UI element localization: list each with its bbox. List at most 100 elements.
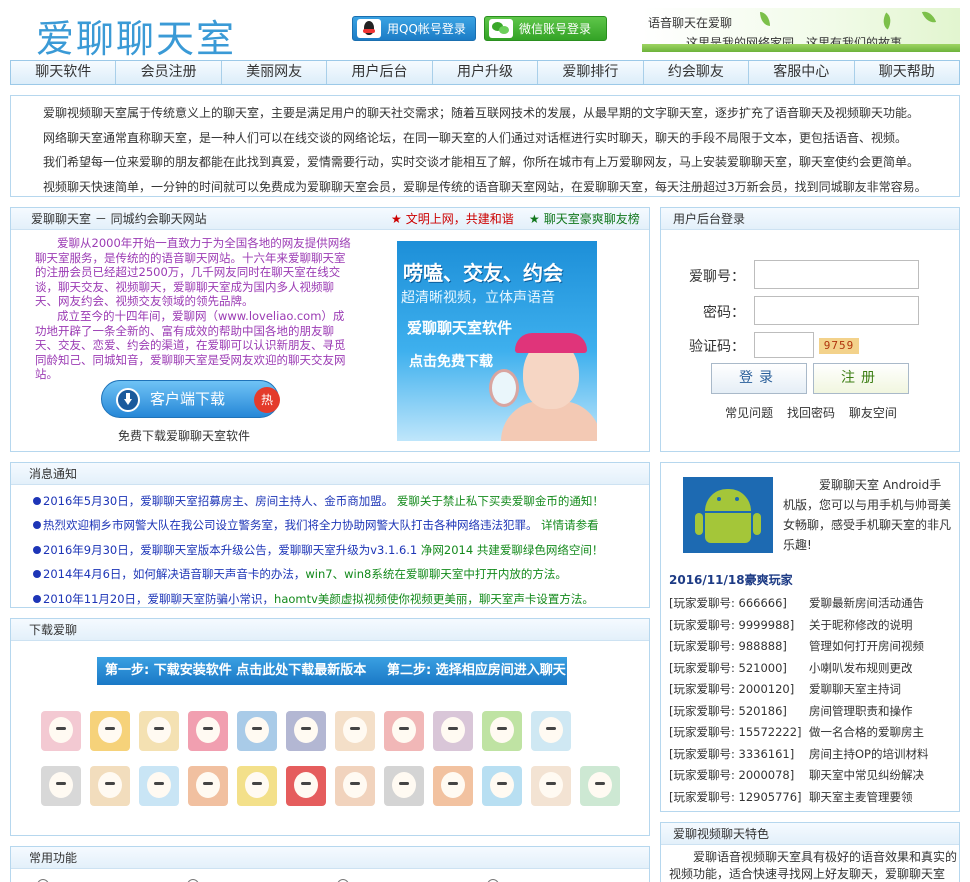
- hand-mirror-illustration: [489, 369, 519, 407]
- emoji-sticker-icon[interactable]: [531, 766, 571, 806]
- promo-cta: 点击免费下载: [409, 354, 493, 370]
- register-button[interactable]: 注册: [813, 363, 909, 394]
- nav-dating[interactable]: 约会聊友: [644, 61, 750, 84]
- android-eye: [717, 497, 721, 501]
- emoji-sticker-icon[interactable]: [384, 711, 424, 751]
- android-description: 爱聊聊天室 Android手机版，您可以与用手机与帅哥美女畅聊，感受手机聊天室的…: [783, 478, 952, 552]
- nav-help[interactable]: 聊天帮助: [855, 61, 959, 84]
- about-title: 爱聊聊天室 － 同城约会聊天网站: [31, 212, 207, 226]
- promo-software-name: 爱聊聊天室软件: [407, 319, 513, 337]
- emoji-sticker-icon[interactable]: [237, 766, 277, 806]
- notice-link[interactable]: 2016年5月30日，爱聊聊天室招募房主、房间主持人、金币商加盟。: [43, 494, 393, 508]
- login-button[interactable]: 登录: [711, 363, 807, 394]
- civilized-link[interactable]: ★ 文明上网，共建和谐: [391, 208, 514, 230]
- notice-link[interactable]: haomtv美颜虚拟视频使你视频更美丽，聊天室声卡设置方法。: [274, 592, 594, 606]
- nav-register[interactable]: 会员注册: [116, 61, 222, 84]
- faq-link[interactable]: 常见问题: [725, 406, 773, 420]
- friend-space-link[interactable]: 聊友空间: [849, 406, 897, 420]
- emoji-sticker-icon[interactable]: [286, 711, 326, 751]
- emoji-sticker-icon[interactable]: [335, 711, 375, 751]
- captcha-image[interactable]: 9759: [819, 338, 859, 354]
- notice-item: 2016年5月30日，爱聊聊天室招募房主、房间主持人、金币商加盟。 爱聊关于禁止…: [33, 489, 649, 513]
- notice-link[interactable]: 详情请参看: [541, 518, 599, 532]
- banner-slogan: 语音聊天在爱聊: [648, 16, 733, 30]
- top-friends-link[interactable]: ★ 聊天室豪爽聊友榜: [529, 208, 640, 230]
- notice-title: 消息通知: [29, 467, 78, 481]
- qq-login-button[interactable]: 用QQ帐号登录: [352, 16, 476, 41]
- password-input[interactable]: [754, 296, 919, 325]
- notice-link[interactable]: 净网2014 共建爱聊绿色网络空间！: [421, 543, 603, 557]
- login-links: 常见问题 找回密码 聊友空间: [661, 404, 961, 421]
- notice-link[interactable]: 2010年11月20日，爱聊聊天室防骗小常识，: [43, 592, 274, 606]
- common-functions-title: 常用功能: [29, 851, 78, 865]
- nav-user-upgrade[interactable]: 用户升级: [433, 61, 539, 84]
- emoji-sticker-icon[interactable]: [433, 711, 473, 751]
- captcha-input[interactable]: [754, 332, 814, 358]
- recover-password-link[interactable]: 找回密码: [787, 406, 835, 420]
- player-id: [玩家爱聊号: 12905776]: [669, 789, 802, 804]
- nav-user-backend[interactable]: 用户后台: [327, 61, 433, 84]
- wechat-login-button[interactable]: 微信账号登录: [484, 16, 607, 41]
- nav-chat-software[interactable]: 聊天软件: [11, 61, 117, 84]
- player-topic-link[interactable]: 爱聊聊天室主持词: [809, 682, 901, 696]
- bullet-icon: [33, 497, 41, 505]
- emoji-sticker-icon[interactable]: [41, 711, 81, 751]
- password-label: 密码：: [703, 305, 745, 321]
- player-topic-link[interactable]: 做一名合格的爱聊房主: [809, 725, 924, 739]
- nav-ranking[interactable]: 爱聊排行: [538, 61, 644, 84]
- emoji-sticker-icon[interactable]: [139, 711, 179, 751]
- top-friends-link-label: 聊天室豪爽聊友榜: [543, 212, 640, 226]
- player-topic-link[interactable]: 聊天室中常见纠纷解决: [809, 768, 924, 782]
- android-arm-shape: [753, 513, 761, 535]
- notice-link[interactable]: 2016年9月30日，爱聊聊天室版本升级公告，爱聊聊天室升级为v3.1.6.1: [43, 543, 417, 557]
- notice-link[interactable]: 热烈欢迎桐乡市网警大队在我公司设立警务室，我们将全力协助网警大队打击各种网络违法…: [43, 518, 538, 532]
- players-list: [玩家爱聊号: 666666] 爱聊最新房间活动通告 [玩家爱聊号: 999998…: [669, 593, 959, 808]
- nav-beautiful-friends[interactable]: 美丽网友: [222, 61, 328, 84]
- promo-headline: 唠嗑、交友、约会: [403, 261, 563, 285]
- emoji-sticker-icon[interactable]: [188, 711, 228, 751]
- android-head-shape: [705, 489, 751, 511]
- player-topic-link[interactable]: 房间主持OP的培训材料: [809, 747, 929, 761]
- emoji-sticker-icon[interactable]: [139, 766, 179, 806]
- player-topic-link[interactable]: 爱聊最新房间活动通告: [809, 596, 924, 610]
- id-input[interactable]: [754, 260, 919, 289]
- notice-link[interactable]: 爱聊关于禁止私下买卖爱聊金币的通知！: [397, 494, 604, 508]
- emoji-sticker-icon[interactable]: [335, 766, 375, 806]
- notice-panel-header: 消息通知: [11, 463, 649, 485]
- bullet-icon: [33, 545, 41, 554]
- player-topic-link[interactable]: 关于昵称修改的说明: [809, 618, 913, 632]
- player-topic-link[interactable]: 小喇叭发布规则更改: [809, 661, 913, 675]
- nav-service-center[interactable]: 客服中心: [749, 61, 855, 84]
- player-id: [玩家爱聊号: 3336161]: [669, 746, 795, 761]
- emoji-sticker-icon[interactable]: [384, 766, 424, 806]
- features-panel: 爱聊视频聊天特色 爱聊语音视频聊天室具有极好的语音效果和真实的视频功能，适合快速…: [660, 822, 960, 882]
- about-panel-header: 爱聊聊天室 － 同城约会聊天网站 ★ 文明上网，共建和谐 ★ 聊天室豪爽聊友榜: [11, 208, 649, 230]
- civilized-link-label: 文明上网，共建和谐: [405, 212, 514, 226]
- notice-link[interactable]: win7、win8系统在爱聊聊天室中打开内放的方法。: [305, 567, 566, 581]
- emoji-sticker-icon[interactable]: [482, 766, 522, 806]
- player-row: [玩家爱聊号: 2000078] 聊天室中常见纠纷解决: [669, 765, 959, 787]
- bullet-icon: [33, 521, 41, 530]
- emoji-sticker-icon[interactable]: [433, 766, 473, 806]
- player-topic-link[interactable]: 房间管理职责和操作: [809, 704, 913, 718]
- android-robot-icon[interactable]: [683, 477, 773, 553]
- emoji-sticker-icon[interactable]: [188, 766, 228, 806]
- site-logo[interactable]: 爱聊聊天室: [36, 8, 236, 63]
- player-topic-link[interactable]: 聊天室主麦管理要领: [809, 790, 913, 804]
- download-caption[interactable]: 免费下载爱聊聊天室软件: [118, 427, 250, 444]
- emoji-sticker-icon[interactable]: [286, 766, 326, 806]
- notice-link[interactable]: 2014年4月6日，如何解决语音聊天声音卡的办法，: [43, 567, 305, 581]
- player-id: [玩家爱聊号: 521000]: [669, 660, 787, 675]
- emoji-sticker-icon[interactable]: [531, 711, 571, 751]
- emoji-sticker-icon[interactable]: [580, 766, 620, 806]
- emoji-sticker-icon[interactable]: [41, 766, 81, 806]
- emoji-sticker-icon[interactable]: [90, 766, 130, 806]
- emoji-sticker-icon[interactable]: [482, 711, 522, 751]
- client-download-button[interactable]: 客户端下载 热: [101, 380, 280, 418]
- download-steps-banner[interactable]: 第一步: 下载安装软件 点击此处下载最新版本 第二步: 选择相应房间进入聊天: [97, 657, 567, 685]
- intro-paragraph: 网络聊天室通常直称聊天室，是一种人们可以在线交谈的网络论坛，在同一聊天室的人们通…: [43, 130, 908, 145]
- emoji-sticker-icon[interactable]: [237, 711, 277, 751]
- player-topic-link[interactable]: 管理如何打开房间视频: [809, 639, 924, 653]
- emoji-sticker-icon[interactable]: [90, 711, 130, 751]
- software-promo-banner[interactable]: 唠嗑、交友、约会 超清晰视频，立体声语音 爱聊聊天室软件 点击免费下载: [397, 241, 597, 441]
